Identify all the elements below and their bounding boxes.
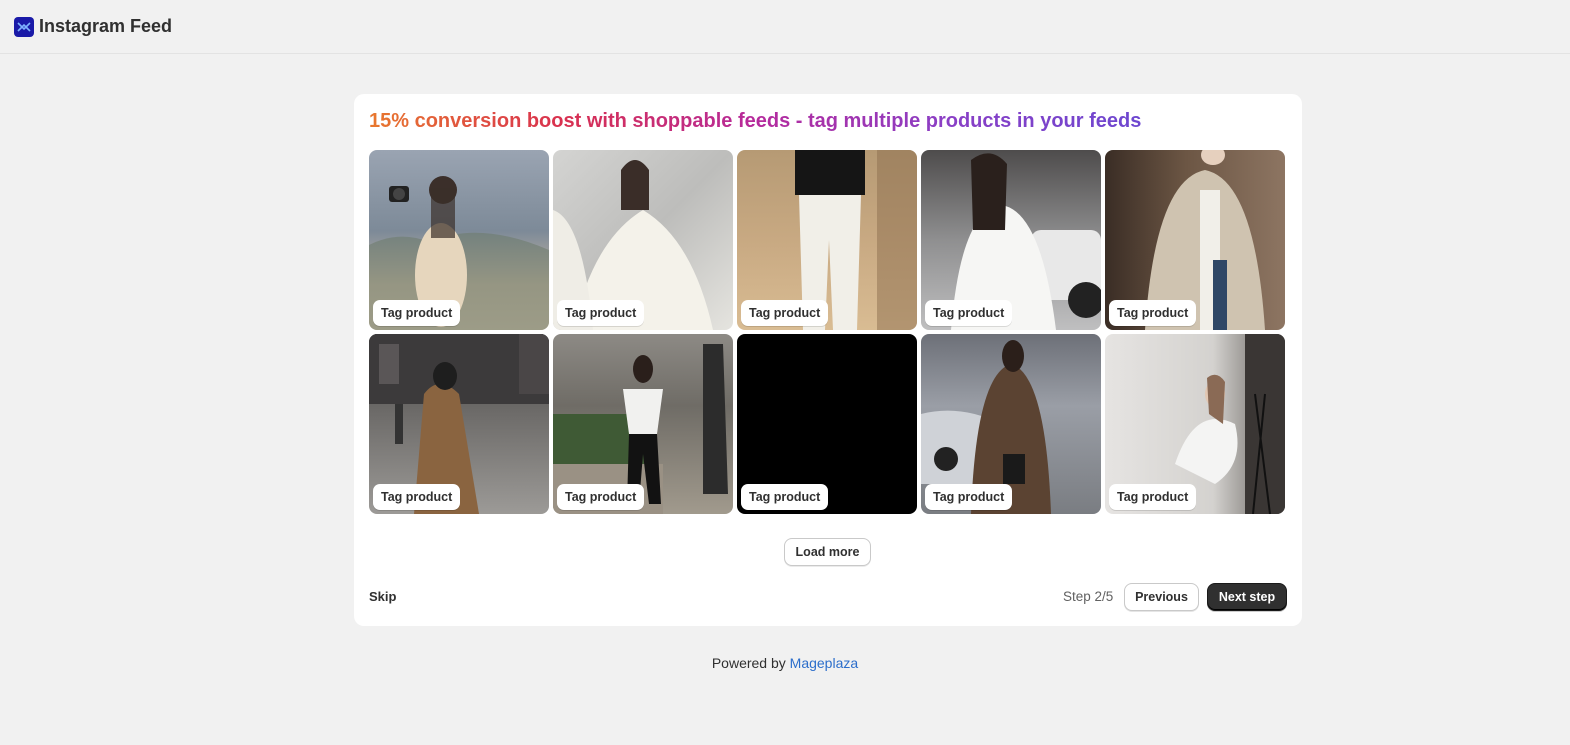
top-bar: Instagram Feed: [0, 0, 1570, 54]
feed-grid: Tag product Tag product Tag product Tag …: [369, 150, 1285, 514]
tag-product-button[interactable]: Tag product: [557, 484, 645, 510]
mageplaza-link[interactable]: Mageplaza: [790, 655, 859, 671]
feed-tile[interactable]: Tag product: [921, 334, 1101, 514]
load-more-button[interactable]: Load more: [784, 538, 871, 566]
feed-tile[interactable]: Tag product: [1105, 150, 1285, 330]
feed-tile[interactable]: Tag product: [369, 150, 549, 330]
feed-tile[interactable]: Tag product: [921, 150, 1101, 330]
footer: Powered by Mageplaza: [0, 655, 1570, 671]
tag-product-button[interactable]: Tag product: [1109, 300, 1197, 326]
previous-button[interactable]: Previous: [1124, 583, 1199, 611]
feed-tile[interactable]: Tag product: [553, 334, 733, 514]
tag-product-button[interactable]: Tag product: [741, 484, 829, 510]
promo-headline: 15% conversion boost with shoppable feed…: [369, 110, 1142, 132]
feed-tile[interactable]: Tag product: [553, 150, 733, 330]
skip-button[interactable]: Skip: [369, 589, 396, 604]
tag-product-button[interactable]: Tag product: [1109, 484, 1197, 510]
powered-by-text: Powered by: [711, 655, 786, 671]
feed-tile[interactable]: Tag product: [737, 150, 917, 330]
onboarding-card: 15% conversion boost with shoppable feed…: [354, 94, 1302, 626]
app-logo-icon: [14, 16, 34, 37]
tag-product-button[interactable]: Tag product: [925, 300, 1013, 326]
step-indicator: Step 2/5: [1063, 589, 1114, 604]
tag-product-button[interactable]: Tag product: [373, 484, 461, 510]
tag-product-button[interactable]: Tag product: [741, 300, 829, 326]
feed-tile[interactable]: Tag product: [369, 334, 549, 514]
next-step-button[interactable]: Next step: [1207, 583, 1287, 611]
tag-product-button[interactable]: Tag product: [925, 484, 1013, 510]
app-title: Instagram Feed: [39, 16, 173, 36]
feed-tile[interactable]: Tag product: [737, 334, 917, 514]
feed-tile[interactable]: Tag product: [1105, 334, 1285, 514]
tag-product-button[interactable]: Tag product: [557, 300, 645, 326]
tag-product-button[interactable]: Tag product: [373, 300, 461, 326]
